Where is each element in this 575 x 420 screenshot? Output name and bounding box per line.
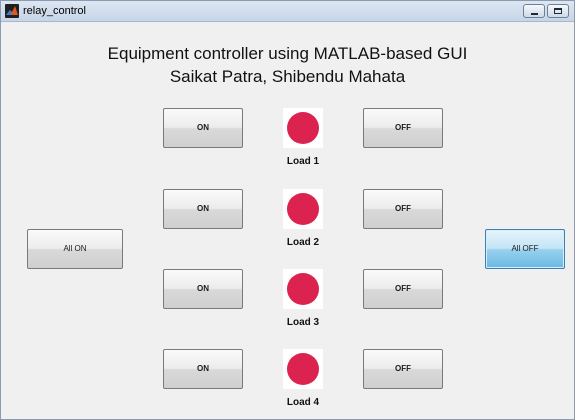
heading-title: Equipment controller using MATLAB-based …: [107, 44, 468, 63]
load-3-lamp: [287, 273, 319, 305]
load-4-on-button[interactable]: ON: [163, 349, 243, 389]
all-off-button[interactable]: All OFF: [485, 229, 565, 269]
load-1-off-button[interactable]: OFF: [363, 108, 443, 148]
load-4-off-button[interactable]: OFF: [363, 349, 443, 389]
load-2-lamp: [287, 193, 319, 225]
load-3-indicator: [283, 269, 323, 309]
maximize-icon: [554, 8, 562, 14]
heading-authors: Saikat Patra, Shibendu Mahata: [169, 67, 406, 86]
matlab-logo-icon[interactable]: [5, 4, 19, 18]
load-1-lamp: [287, 112, 319, 144]
minimize-icon: [531, 13, 538, 15]
minimize-button[interactable]: [523, 4, 545, 18]
load-2-indicator: [283, 189, 323, 229]
load-2-off-button[interactable]: OFF: [363, 189, 443, 229]
load-1-indicator: [283, 108, 323, 148]
load-3-on-button[interactable]: ON: [163, 269, 243, 309]
load-4-indicator: [283, 349, 323, 389]
title-bar[interactable]: relay_control: [1, 1, 574, 22]
load-4-lamp: [287, 353, 319, 385]
load-3-off-button[interactable]: OFF: [363, 269, 443, 309]
maximize-button[interactable]: [547, 4, 569, 18]
load-1-on-button[interactable]: ON: [163, 108, 243, 148]
relay-control-window: relay_control Equipment controller using…: [0, 0, 575, 420]
load-1-label: Load 1: [286, 156, 320, 167]
load-3-label: Load 3: [286, 317, 320, 328]
load-2-label: Load 2: [286, 237, 320, 248]
load-2-on-button[interactable]: ON: [163, 189, 243, 229]
all-on-button[interactable]: All ON: [27, 229, 123, 269]
window-title: relay_control: [23, 5, 86, 17]
load-4-label: Load 4: [286, 397, 320, 408]
